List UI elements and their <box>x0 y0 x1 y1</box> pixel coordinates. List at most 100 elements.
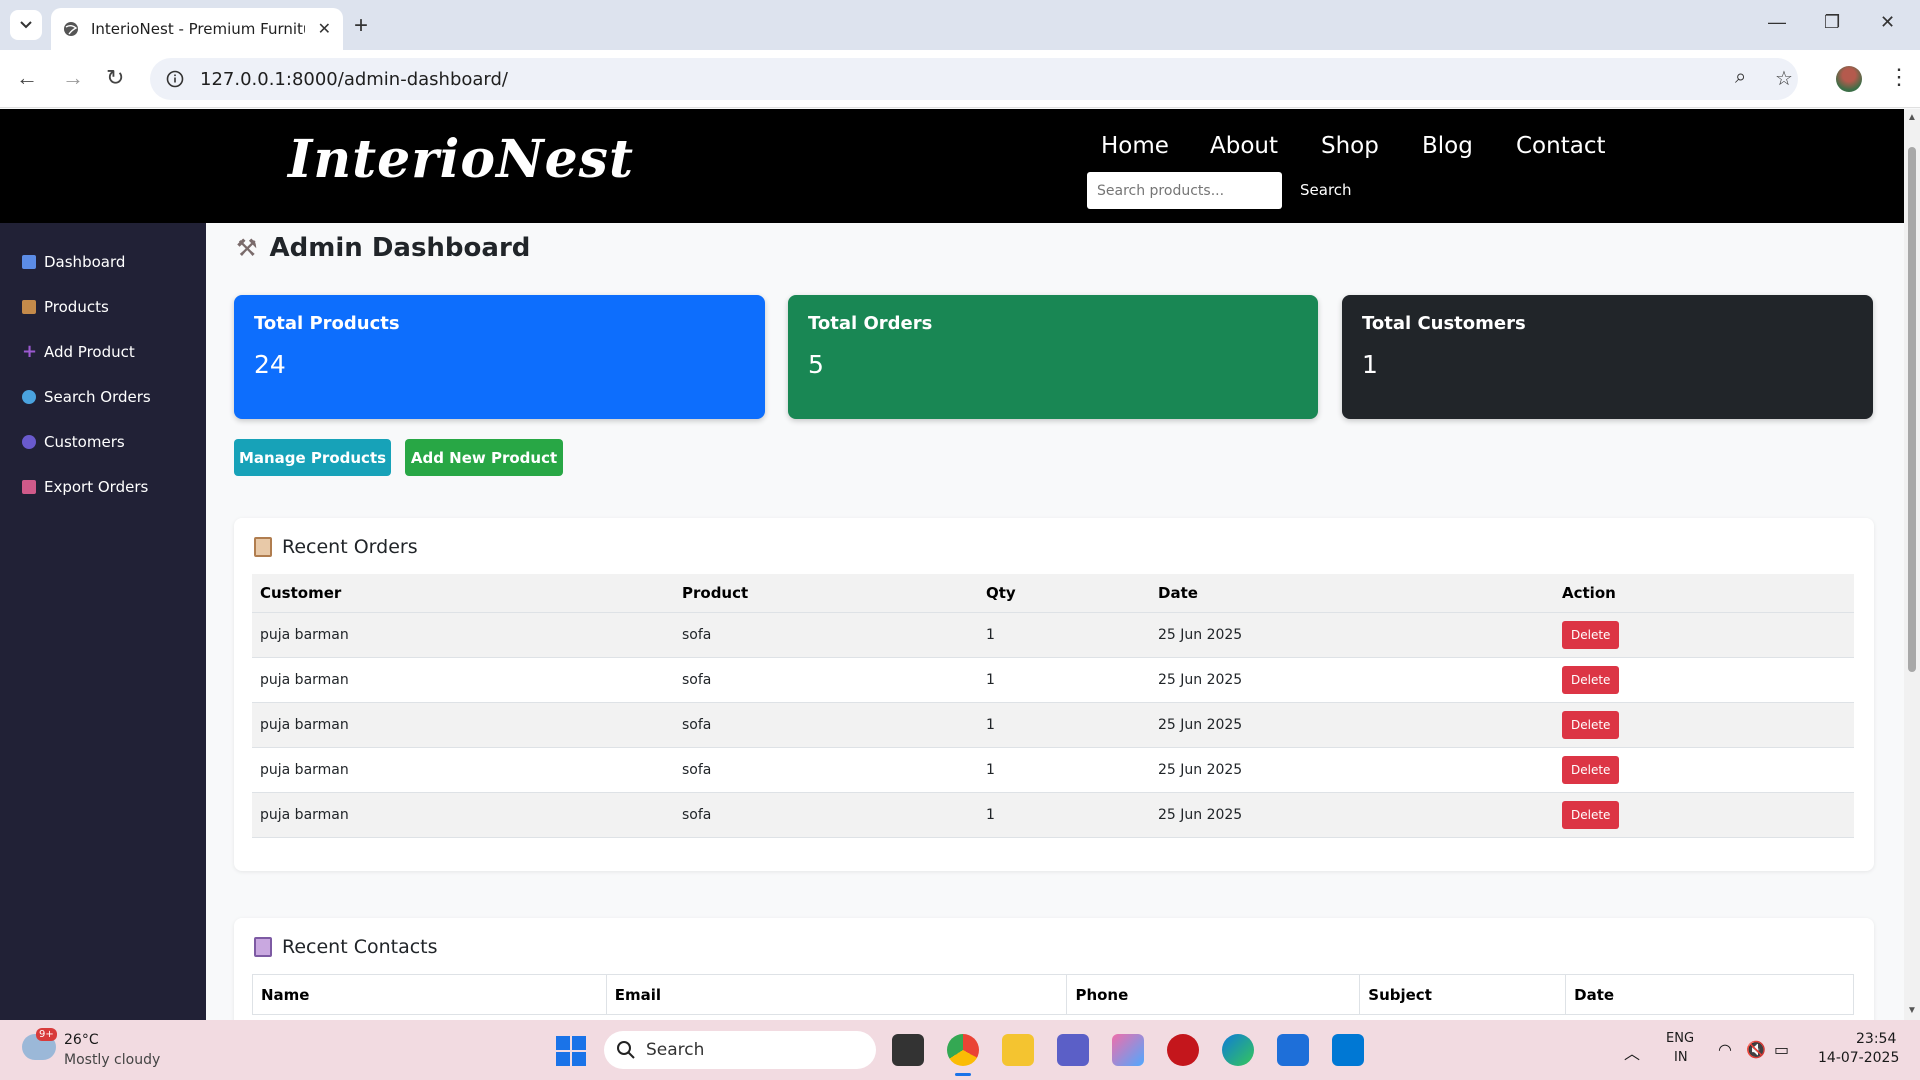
total-products-card: Total Products 24 <box>234 295 765 419</box>
chrome-icon[interactable] <box>947 1034 979 1066</box>
page-scrollbar[interactable]: ▲ ▼ <box>1904 109 1920 1020</box>
zoom-icon[interactable]: ⌕ <box>1735 66 1746 89</box>
task-view-icon[interactable] <box>892 1034 924 1066</box>
nav-link-blog[interactable]: Blog <box>1422 133 1473 159</box>
language-label[interactable]: ENG <box>1666 1031 1694 1046</box>
search-button[interactable]: Search <box>1300 181 1352 199</box>
taskbar-search-box[interactable]: Search <box>604 1031 876 1069</box>
store-icon[interactable] <box>1277 1034 1309 1066</box>
new-tab-button[interactable]: + <box>354 12 368 40</box>
scroll-down-arrow-icon[interactable]: ▼ <box>1907 1005 1917 1016</box>
manage-products-button[interactable]: Manage Products <box>234 439 391 476</box>
scrollbar-thumb[interactable] <box>1908 147 1916 672</box>
tab-close-icon[interactable]: ✕ <box>318 19 331 39</box>
site-logo[interactable]: InterioNest <box>288 129 634 190</box>
active-app-indicator <box>955 1073 971 1076</box>
table-header-row: Name Email Phone Subject Date <box>252 974 1854 1015</box>
cell-qty: 1 <box>978 747 1150 793</box>
clock-date[interactable]: 14-07-2025 <box>1818 1050 1899 1066</box>
address-bar[interactable]: 127.0.0.1:8000/admin-dashboard/ <box>150 58 1798 100</box>
edge-icon[interactable] <box>1222 1034 1254 1066</box>
column-header: Product <box>674 574 978 613</box>
orders-table: Customer Product Qty Date Action puja ba… <box>252 574 1854 838</box>
url-text: 127.0.0.1:8000/admin-dashboard/ <box>200 68 508 90</box>
browser-menu-icon[interactable]: ⋮ <box>1888 64 1910 90</box>
plus-icon: + <box>22 341 38 362</box>
sidebar-item-search-orders[interactable]: Search Orders <box>22 388 151 406</box>
copilot-icon[interactable] <box>1112 1034 1144 1066</box>
window-close-button[interactable]: ✕ <box>1880 12 1895 33</box>
speaker-muted-icon[interactable]: 🔇 <box>1746 1040 1766 1059</box>
card-value: 1 <box>1362 350 1378 379</box>
tab-search-button[interactable] <box>10 10 42 40</box>
scroll-up-arrow-icon[interactable]: ▲ <box>1907 112 1917 123</box>
magnifier-icon <box>22 390 36 404</box>
browser-tab-active[interactable]: InterioNest - Premium Furniture ✕ <box>51 8 343 50</box>
delete-order-button[interactable]: Delete <box>1562 710 1620 739</box>
column-header: Subject <box>1359 974 1567 1015</box>
recent-contacts-title: Recent Contacts <box>254 936 438 958</box>
vscode-icon[interactable] <box>1332 1034 1364 1066</box>
clock-time[interactable]: 23:54 <box>1856 1031 1896 1047</box>
back-arrow-icon[interactable]: ← <box>16 65 38 91</box>
column-header: Email <box>605 974 1068 1015</box>
table-row: puja barman sofa 1 25 Jun 2025 Delete <box>252 747 1854 793</box>
teams-icon[interactable] <box>1057 1034 1089 1066</box>
forward-arrow-icon[interactable]: → <box>62 65 84 91</box>
file-explorer-icon[interactable] <box>1002 1034 1034 1066</box>
reload-icon[interactable]: ↻ <box>106 65 124 91</box>
wifi-icon[interactable]: ◠ <box>1718 1040 1732 1059</box>
nav-home-label[interactable]: Home <box>1101 133 1169 159</box>
nav-blog-label[interactable]: Blog <box>1422 133 1473 159</box>
site-info-icon[interactable] <box>166 70 184 88</box>
nav-link-about[interactable]: About <box>1210 133 1278 159</box>
delete-order-button[interactable]: Delete <box>1562 620 1620 649</box>
sidebar-item-add-product[interactable]: + Add Product <box>22 341 135 362</box>
cell-action: Delete <box>1554 612 1854 658</box>
card-label: Total Products <box>254 313 400 334</box>
nav-link-home[interactable]: Home <box>1101 133 1169 159</box>
add-new-product-button[interactable]: Add New Product <box>405 439 563 476</box>
page-title-text: Admin Dashboard <box>269 233 531 263</box>
cell-action: Delete <box>1554 747 1854 793</box>
sidebar-item-dashboard[interactable]: Dashboard <box>22 253 125 271</box>
product-search-input[interactable] <box>1087 172 1282 209</box>
nav-link-contact[interactable]: Contact <box>1516 133 1605 159</box>
column-header: Qty <box>978 574 1150 613</box>
sidebar-item-products[interactable]: Products <box>22 298 109 316</box>
app-shield-icon[interactable] <box>1167 1034 1199 1066</box>
sidebar-item-customers[interactable]: Customers <box>22 433 125 451</box>
delete-order-button[interactable]: Delete <box>1562 755 1620 784</box>
tray-chevron-up-icon[interactable]: ︿ <box>1624 1040 1640 1064</box>
windows-start-icon[interactable] <box>556 1036 586 1066</box>
people-icon <box>22 435 36 449</box>
cell-product: sofa <box>674 702 978 748</box>
sidebar-item-export-orders[interactable]: Export Orders <box>22 478 148 496</box>
search-icon <box>617 1041 635 1059</box>
recent-orders-title: Recent Orders <box>254 536 418 558</box>
delete-order-button[interactable]: Delete <box>1562 665 1620 694</box>
bookmark-star-icon[interactable]: ☆ <box>1775 66 1793 91</box>
card-label: Total Orders <box>808 313 933 334</box>
delete-order-button[interactable]: Delete <box>1562 800 1620 829</box>
nav-about-label[interactable]: About <box>1210 133 1278 159</box>
nav-shop-label[interactable]: Shop <box>1321 133 1379 159</box>
page-viewport: InterioNest Home About Shop Blog Contact… <box>0 109 1904 1020</box>
cell-customer: puja barman <box>252 657 674 703</box>
card-label: Total Customers <box>1362 313 1526 334</box>
tab-title: InterioNest - Premium Furniture <box>91 20 305 38</box>
battery-icon[interactable]: ▭ <box>1774 1040 1789 1059</box>
column-header: Customer <box>252 574 674 613</box>
weather-badge: 9+ <box>36 1028 57 1041</box>
cell-product: sofa <box>674 792 978 838</box>
nav-contact-label[interactable]: Contact <box>1516 133 1605 159</box>
column-header: Phone <box>1066 974 1361 1015</box>
profile-avatar[interactable] <box>1836 66 1862 92</box>
minimize-button[interactable]: — <box>1768 12 1786 33</box>
restore-button[interactable]: ❐ <box>1824 12 1840 33</box>
nav-link-shop[interactable]: Shop <box>1321 133 1379 159</box>
windows-taskbar: 9+ 26°C Mostly cloudy Search ︿ ENG IN ◠ … <box>0 1020 1920 1080</box>
column-header: Date <box>1565 974 1854 1015</box>
region-label[interactable]: IN <box>1674 1050 1688 1065</box>
sidebar-item-label: Search Orders <box>44 388 151 406</box>
